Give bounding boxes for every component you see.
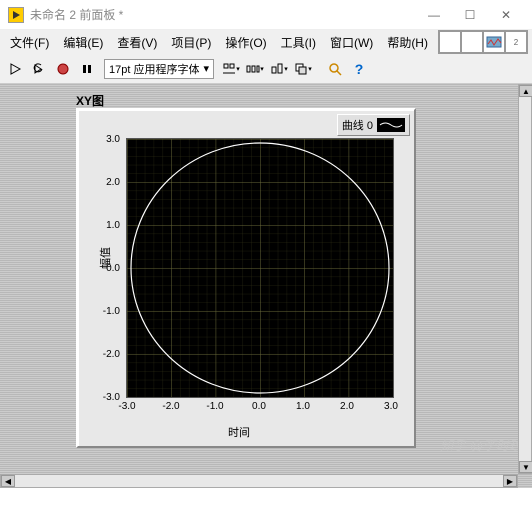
ytick: -1.0 <box>90 306 120 317</box>
app-icon <box>8 7 24 23</box>
font-label: 17pt 应用程序字体 <box>109 61 199 77</box>
window-title: 未命名 2 前面板 * <box>30 6 416 23</box>
abort-button[interactable] <box>52 58 74 80</box>
xtick: 0.0 <box>244 401 274 412</box>
scroll-up-button[interactable]: ▲ <box>519 85 532 97</box>
toolbar: 17pt 应用程序字体 ▾ ▾ ▾ ▾ ▾ ? <box>0 54 532 84</box>
xy-graph[interactable]: XY图 曲线 0 幅值 时间 3.0 2.0 1.0 0.0 -1.0 -2.0… <box>76 108 416 448</box>
graph-title: XY图 <box>76 92 104 109</box>
pause-button[interactable] <box>76 58 98 80</box>
plot-area <box>126 138 394 398</box>
resize-button[interactable]: ▾ <box>268 58 290 80</box>
vertical-scrollbar[interactable]: ▲ ▼ <box>518 84 532 474</box>
menu-window[interactable]: 窗口(W) <box>324 32 379 53</box>
chevron-down-icon: ▾ <box>203 62 209 75</box>
run-continuous-button[interactable] <box>28 58 50 80</box>
menu-bar: 文件(F) 编辑(E) 查看(V) 项目(P) 操作(O) 工具(I) 窗口(W… <box>0 30 532 54</box>
close-button[interactable]: ✕ <box>488 1 524 29</box>
maximize-button[interactable]: ☐ <box>452 1 488 29</box>
xtick: 3.0 <box>376 401 406 412</box>
xtick: 2.0 <box>332 401 362 412</box>
front-panel-canvas[interactable]: XY图 曲线 0 幅值 时间 3.0 2.0 1.0 0.0 -1.0 -2.0… <box>0 84 532 488</box>
ytick: 1.0 <box>90 220 120 231</box>
menu-tools[interactable]: 工具(I) <box>275 32 322 53</box>
palette-cell-1[interactable] <box>439 31 461 53</box>
x-axis-label: 时间 <box>228 424 250 440</box>
palette-cell-3[interactable] <box>483 31 505 53</box>
plot-legend[interactable]: 曲线 0 <box>337 114 410 136</box>
scroll-left-button[interactable]: ◀ <box>1 475 15 487</box>
help-button[interactable]: ? <box>348 58 370 80</box>
menu-edit[interactable]: 编辑(E) <box>57 32 109 53</box>
menu-project[interactable]: 项目(P) <box>165 32 217 53</box>
search-button[interactable] <box>324 58 346 80</box>
menu-file[interactable]: 文件(F) <box>4 32 55 53</box>
distribute-button[interactable]: ▾ <box>244 58 266 80</box>
ytick: 0.0 <box>90 263 120 274</box>
legend-label: 曲线 0 <box>342 117 373 133</box>
font-selector[interactable]: 17pt 应用程序字体 ▾ <box>104 59 214 79</box>
menu-operate[interactable]: 操作(O) <box>219 32 272 53</box>
horizontal-scrollbar[interactable]: ◀ ▶ <box>0 474 518 488</box>
scroll-right-button[interactable]: ▶ <box>503 475 517 487</box>
menu-help[interactable]: 帮助(H) <box>381 32 434 53</box>
scroll-track-v[interactable] <box>519 97 531 461</box>
palette-cell-2[interactable] <box>461 31 483 53</box>
plot-svg <box>127 139 393 397</box>
scroll-track-h[interactable] <box>15 475 503 487</box>
xtick: -3.0 <box>112 401 142 412</box>
palette-cell-4[interactable]: 2 <box>505 31 527 53</box>
ytick: -2.0 <box>90 349 120 360</box>
title-bar: 未命名 2 前面板 * — ☐ ✕ <box>0 0 532 30</box>
scroll-down-button[interactable]: ▼ <box>519 461 532 473</box>
ytick: 3.0 <box>90 134 120 145</box>
palette-grid[interactable]: 2 <box>438 30 528 54</box>
legend-sample-icon <box>377 118 405 132</box>
align-button[interactable]: ▾ <box>220 58 242 80</box>
run-button[interactable] <box>4 58 26 80</box>
xtick: -1.0 <box>200 401 230 412</box>
menu-view[interactable]: 查看(V) <box>111 32 163 53</box>
xtick: -2.0 <box>156 401 186 412</box>
reorder-button[interactable]: ▾ <box>292 58 314 80</box>
minimize-button[interactable]: — <box>416 1 452 29</box>
watermark: 知乎 @李时珍 <box>440 435 522 454</box>
xtick: 1.0 <box>288 401 318 412</box>
ytick: 2.0 <box>90 177 120 188</box>
